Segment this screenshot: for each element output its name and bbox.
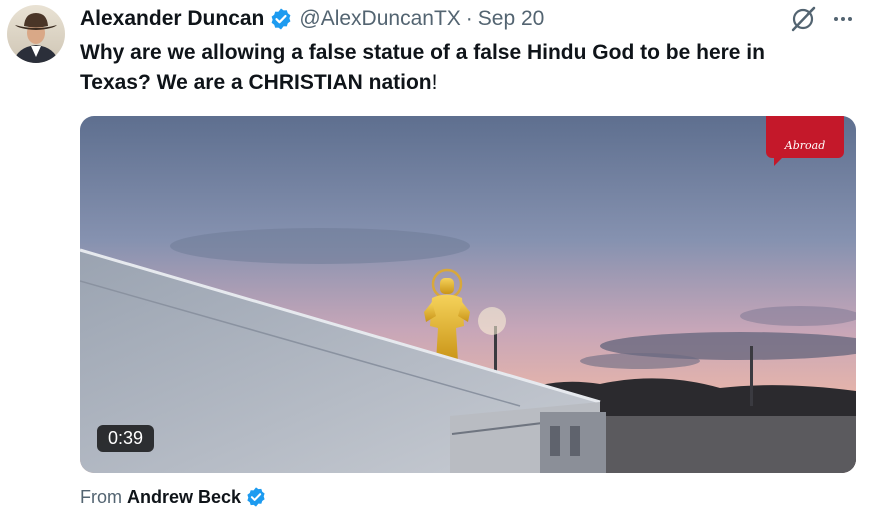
watermark-logo: Abroad bbox=[766, 116, 844, 166]
verified-badge-icon[interactable] bbox=[269, 7, 293, 31]
more-icon[interactable] bbox=[831, 8, 855, 30]
author-display-name[interactable]: Alexander Duncan bbox=[80, 7, 264, 31]
tweet-text-main: Why are we allowing a false statue of a … bbox=[80, 41, 765, 94]
source-prefix: From bbox=[80, 486, 122, 507]
source-author-name[interactable]: Andrew Beck bbox=[127, 487, 241, 508]
avatar[interactable] bbox=[7, 5, 65, 63]
video-player[interactable]: Abroad 0:39 bbox=[80, 116, 856, 473]
author-handle[interactable]: @AlexDuncanTX bbox=[299, 7, 460, 31]
watermark-text: Abroad bbox=[784, 139, 826, 152]
video-duration: 0:39 bbox=[97, 425, 155, 452]
tweet-text-end: ! bbox=[431, 71, 438, 94]
tweet-header: Alexander Duncan @AlexDuncanTX · Sep 20 bbox=[80, 6, 544, 32]
video-source: From Andrew Beck bbox=[80, 486, 267, 508]
tweet-date[interactable]: Sep 20 bbox=[478, 7, 545, 31]
grok-icon[interactable] bbox=[789, 6, 817, 32]
video-thumbnail bbox=[80, 116, 856, 473]
verified-badge-icon bbox=[245, 486, 267, 508]
tweet-text: Why are we allowing a false statue of a … bbox=[80, 38, 840, 98]
separator-dot: · bbox=[465, 7, 473, 30]
